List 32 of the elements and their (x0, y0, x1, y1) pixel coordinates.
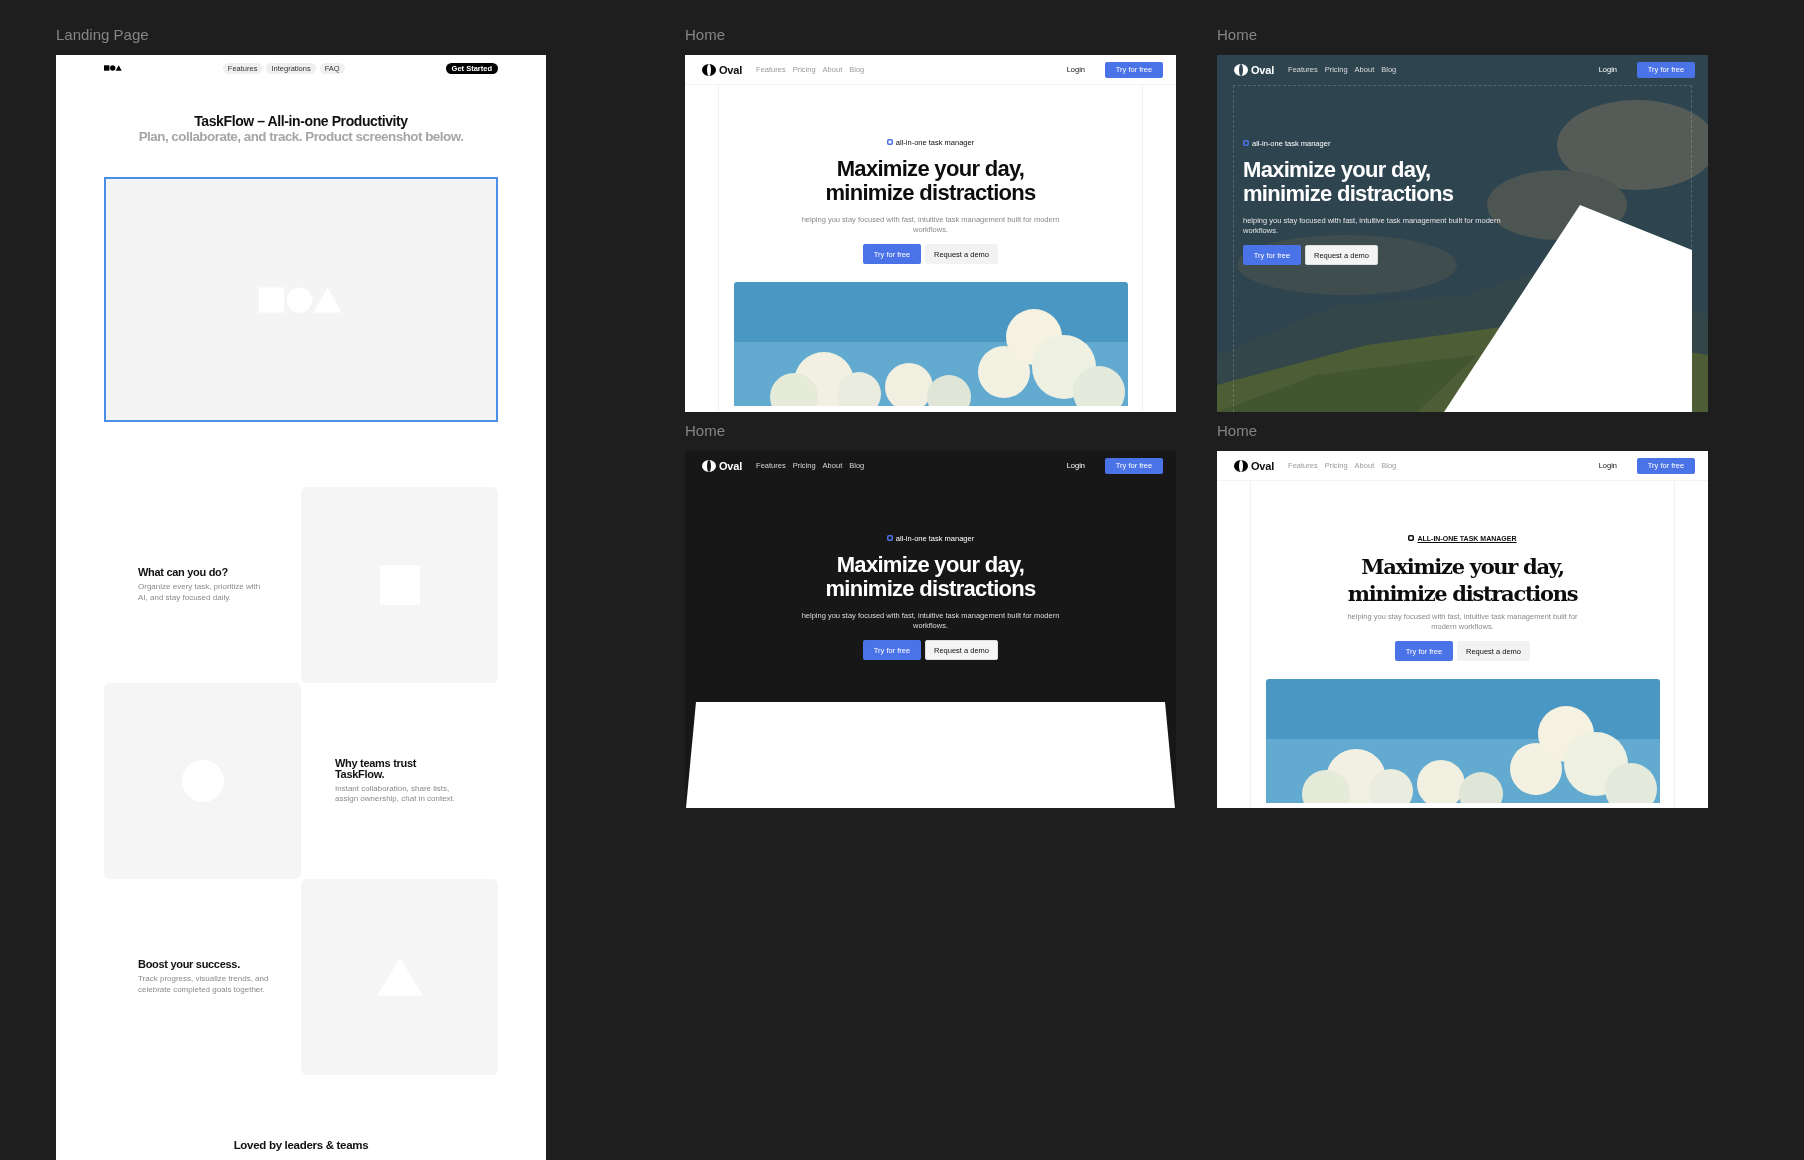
section-title: Loved by leaders & teams (233, 1139, 369, 1151)
hero-title: TaskFlow – All-in-one Productivity (194, 114, 408, 129)
screenshot-placeholder[interactable] (104, 177, 498, 422)
brand-name: Oval (1251, 459, 1275, 472)
badge-icon (1243, 140, 1249, 146)
logo-icon (104, 65, 122, 71)
frame-label[interactable]: Home (685, 26, 725, 44)
badge-icon (886, 535, 893, 541)
logo-icon (702, 459, 716, 472)
badge-icon (1408, 535, 1415, 541)
brand-name: Oval (1251, 63, 1275, 76)
badge-icon (886, 139, 893, 145)
headline: Maximize your day, minimize distractions (824, 553, 1037, 601)
feature-description: Track progress, visualize trends, and celebrate completed goals together. (138, 974, 270, 995)
headline: Maximize your day, minimize distractions (1243, 158, 1455, 206)
headline: Maximize your day, minimize distractions (824, 157, 1037, 205)
feature-description: Instant collaboration, share lists, assign ownership, chat in context. (335, 783, 457, 805)
brand-name: Oval (719, 63, 743, 76)
feature-description: Organize every task, prioritize with AI, and stay focused daily. (138, 582, 262, 603)
logo-icon (1234, 459, 1248, 472)
frame-label[interactable]: Home (685, 422, 725, 440)
hero-subtitle: Plan, collaborate, and track. Product screenshot below. (138, 129, 464, 144)
frame-label[interactable]: Home (1217, 422, 1257, 440)
headline: Maximize your day, minimize distractions (1346, 553, 1579, 607)
frame-label[interactable]: Landing Page (56, 26, 149, 44)
feature-title: What can you do? (138, 567, 229, 578)
brand-name: Oval (719, 459, 743, 472)
logo-icon (702, 63, 716, 76)
feature-title: Why teams trust TaskFlow. (335, 757, 418, 780)
frame-label[interactable]: Home (1217, 26, 1257, 44)
feature-title: Boost your success. (138, 959, 241, 970)
logo-icon (1234, 63, 1248, 76)
